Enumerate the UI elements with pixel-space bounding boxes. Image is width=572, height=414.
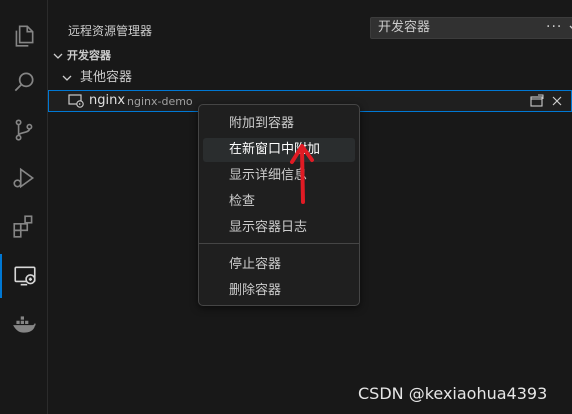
- section-header-dev-containers[interactable]: 开发容器: [48, 45, 572, 67]
- menu-item-attach-to-container[interactable]: 附加到容器: [203, 112, 355, 136]
- source-control-icon[interactable]: [0, 108, 47, 152]
- menu-item-attach-in-new-window[interactable]: 在新窗口中附加: [203, 138, 355, 162]
- menu-item-show-details[interactable]: 显示详细信息: [203, 164, 355, 188]
- docker-icon[interactable]: [0, 302, 47, 346]
- tree-group-other-containers[interactable]: 其他容器: [48, 67, 572, 89]
- container-name: nginx: [89, 93, 126, 108]
- attach-new-window-icon[interactable]: [529, 94, 545, 108]
- chevron-down-icon: [53, 53, 63, 59]
- chevron-down-icon: [62, 75, 72, 81]
- menu-item-remove-container[interactable]: 删除容器: [203, 279, 355, 303]
- context-menu: 附加到容器 在新窗口中附加 显示详细信息 检查 显示容器日志 停止容器 删除容器: [198, 104, 360, 306]
- section-label: 开发容器: [67, 49, 111, 62]
- menu-item-inspect[interactable]: 检查: [203, 190, 355, 214]
- files-icon[interactable]: [0, 14, 47, 58]
- extensions-icon[interactable]: [0, 204, 47, 248]
- remote-type-select-value: 开发容器: [378, 20, 431, 35]
- group-label: 其他容器: [80, 70, 133, 85]
- search-icon[interactable]: [0, 60, 47, 104]
- container-description: nginx-demo: [127, 95, 193, 108]
- run-debug-icon[interactable]: [0, 156, 47, 200]
- menu-item-stop-container[interactable]: 停止容器: [203, 253, 355, 277]
- close-icon[interactable]: [549, 94, 565, 108]
- panel-title: 远程资源管理器: [68, 24, 153, 38]
- container-icon: [68, 94, 84, 108]
- menu-separator: [199, 243, 359, 244]
- remote-explorer-icon[interactable]: [0, 254, 47, 298]
- menu-item-show-container-log[interactable]: 显示容器日志: [203, 216, 355, 240]
- more-actions-button[interactable]: ···: [546, 19, 564, 37]
- activity-bar: [0, 0, 48, 414]
- annotation-arrow-icon: [290, 144, 314, 204]
- remote-type-select[interactable]: 开发容器: [370, 17, 572, 39]
- watermark: CSDN @kexiaohua4393: [358, 384, 548, 403]
